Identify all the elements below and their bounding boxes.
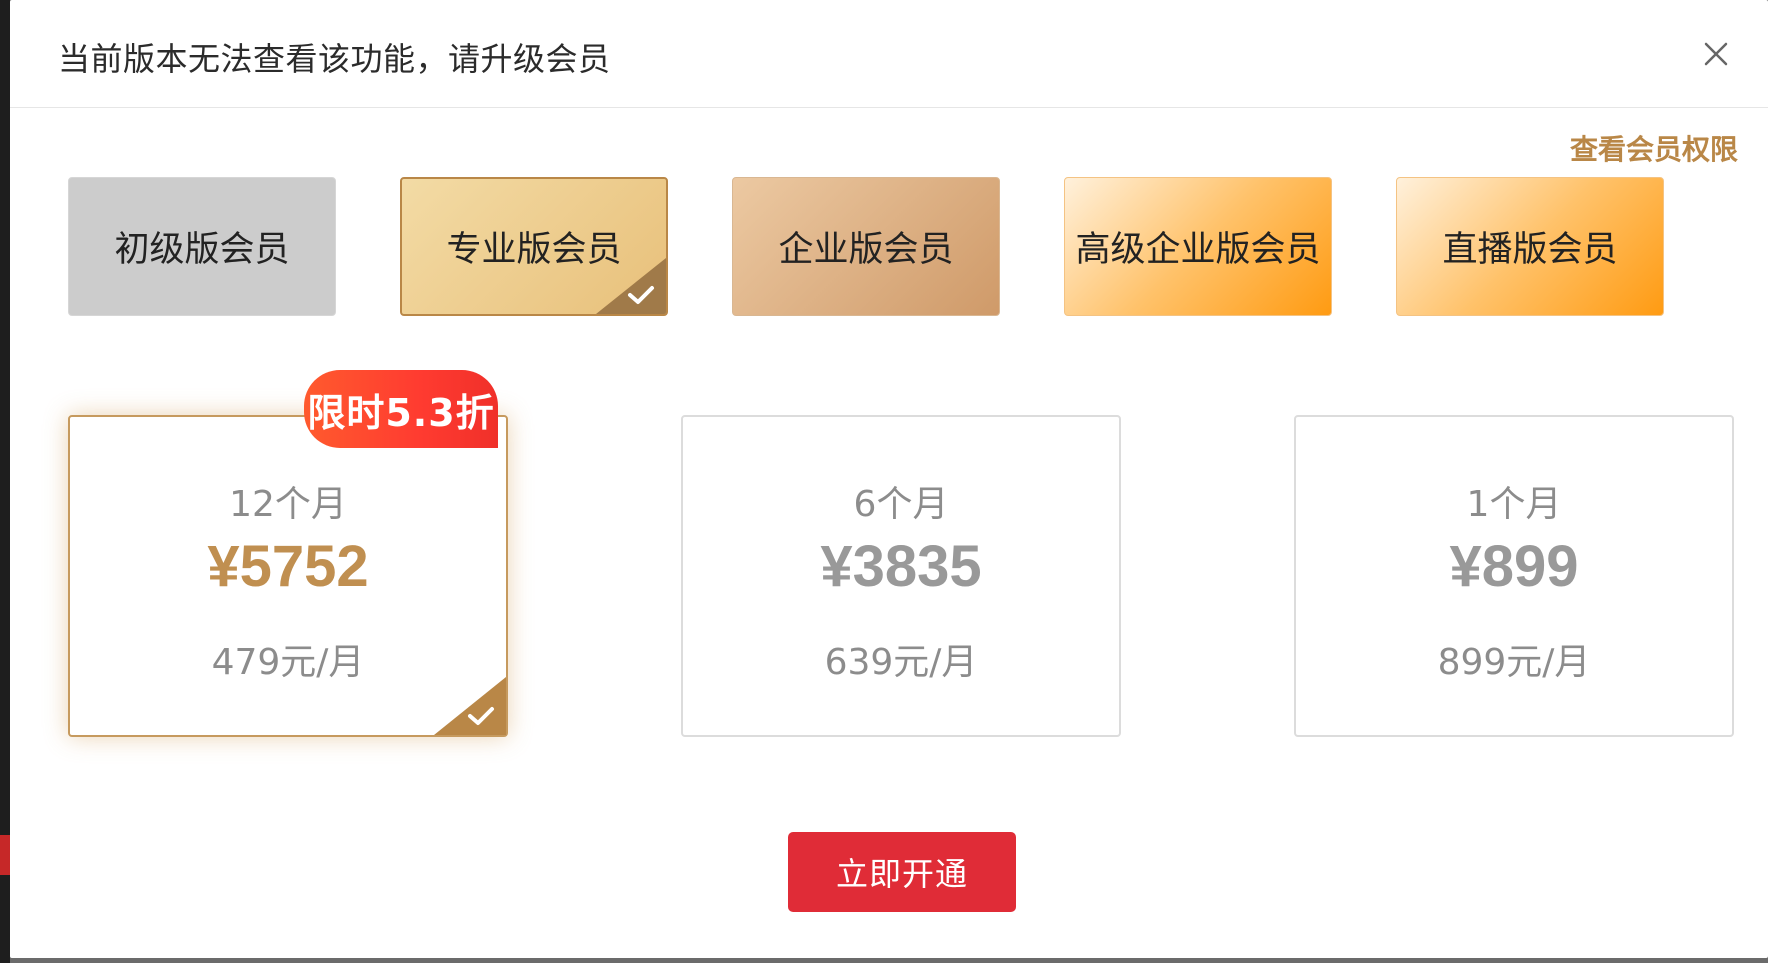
tier-livestream[interactable]: 直播版会员 (1396, 177, 1664, 316)
plan-1-month[interactable]: 1个月 ¥899 899元/月 (1294, 415, 1734, 737)
backdrop (0, 0, 10, 963)
check-icon (468, 707, 494, 725)
upgrade-dialog: 当前版本无法查看该功能，请升级会员 查看会员权限 初级版会员 专业版会员 企业版… (10, 0, 1768, 958)
discount-badge: 限时5.3折 (304, 370, 498, 448)
tier-label: 高级企业版会员 (1075, 230, 1321, 270)
tier-label: 初级版会员 (114, 230, 290, 270)
plan-selector: 限时5.3折 12个月 ¥5752 479元/月 6个月 ¥3835 639元/… (58, 370, 1738, 740)
dialog-title: 当前版本无法查看该功能，请升级会员 (58, 40, 611, 78)
membership-tier-selector: 初级版会员 专业版会员 企业版会员 高级企业版会员 直播版会员 (58, 177, 1668, 317)
plan-duration: 12个月 (229, 484, 347, 525)
plan-duration: 6个月 (853, 484, 949, 525)
plan-price: ¥3835 (820, 534, 982, 599)
view-member-rights-link[interactable]: 查看会员权限 (1570, 128, 1738, 168)
plan-monthly-price: 899元/月 (1437, 642, 1591, 683)
tier-advanced-enterprise[interactable]: 高级企业版会员 (1064, 177, 1332, 316)
activate-now-button[interactable]: 立即开通 (788, 832, 1016, 912)
check-icon (628, 286, 654, 304)
plan-6-months[interactable]: 6个月 ¥3835 639元/月 (681, 415, 1121, 737)
plan-12-months[interactable]: 12个月 ¥5752 479元/月 (68, 415, 508, 737)
tier-enterprise[interactable]: 企业版会员 (732, 177, 1000, 316)
close-icon (1704, 42, 1728, 66)
plan-monthly-price: 639元/月 (824, 642, 978, 683)
close-button[interactable] (1700, 38, 1732, 70)
tier-professional[interactable]: 专业版会员 (400, 177, 668, 316)
backdrop-accent (0, 835, 10, 875)
tier-label: 企业版会员 (778, 230, 954, 270)
plan-duration: 1个月 (1466, 484, 1562, 525)
plan-price: ¥5752 (207, 534, 369, 599)
dialog-header: 当前版本无法查看该功能，请升级会员 (10, 0, 1768, 108)
tier-label: 直播版会员 (1442, 230, 1618, 270)
tier-basic[interactable]: 初级版会员 (68, 177, 336, 316)
plan-price: ¥899 (1449, 534, 1579, 599)
